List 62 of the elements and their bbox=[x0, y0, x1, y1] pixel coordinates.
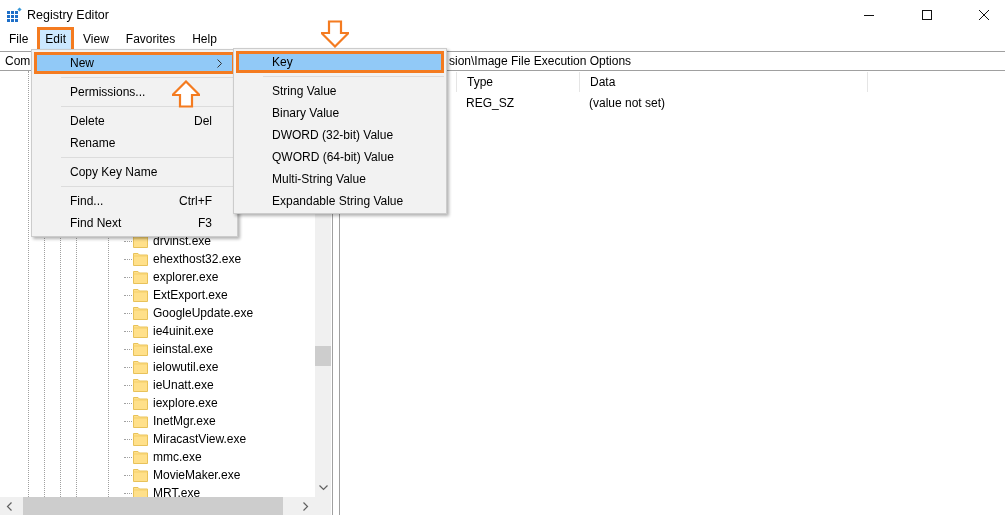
tree-item[interactable]: iexplore.exe bbox=[153, 396, 218, 410]
folder-icon bbox=[133, 468, 148, 482]
folder-icon bbox=[133, 414, 148, 428]
close-icon[interactable] bbox=[978, 9, 990, 21]
up-arrow-icon bbox=[172, 80, 200, 108]
folder-icon bbox=[133, 432, 148, 446]
menu-option[interactable]: Multi-String Value bbox=[236, 168, 444, 190]
folder-icon bbox=[133, 360, 148, 374]
menu-item[interactable]: View bbox=[75, 27, 117, 52]
tree-item[interactable]: mmc.exe bbox=[153, 450, 202, 464]
folder-icon bbox=[133, 486, 148, 497]
menu-option[interactable]: Rename bbox=[34, 132, 235, 154]
table-cell-text: (value not set) bbox=[588, 96, 667, 110]
tree-item[interactable]: MRT.exe bbox=[153, 486, 201, 497]
menu-option[interactable]: Find... Ctrl+F bbox=[34, 190, 235, 212]
tree-item[interactable]: InetMgr.exe bbox=[153, 414, 216, 428]
tree-item[interactable]: MovieMaker.exe bbox=[153, 468, 241, 482]
folder-icon bbox=[133, 324, 148, 338]
window-title: Registry Editor bbox=[27, 8, 109, 22]
tree-item[interactable]: ieinstal.exe bbox=[153, 342, 214, 356]
tree-item[interactable]: MiracastView.exe bbox=[153, 432, 247, 446]
menu-option[interactable]: DWORD (32-bit) Value bbox=[236, 124, 444, 146]
tree-item[interactable]: ielowutil.exe bbox=[153, 360, 219, 374]
menu-option[interactable]: Copy Key Name bbox=[34, 161, 235, 183]
folder-icon bbox=[133, 378, 148, 392]
tree-item[interactable]: ie4uinit.exe bbox=[153, 324, 214, 338]
column-header[interactable]: Type bbox=[456, 72, 579, 92]
menu-option[interactable]: Permissions... bbox=[34, 81, 235, 103]
horizontal-scrollbar[interactable] bbox=[0, 497, 315, 515]
address-text: sion\Image File Execution Options bbox=[449, 54, 633, 68]
scroll-thumb[interactable] bbox=[315, 346, 331, 366]
folder-icon bbox=[133, 252, 148, 266]
address-text: Com bbox=[5, 54, 31, 68]
scroll-thumb[interactable] bbox=[23, 497, 283, 515]
tree-item[interactable]: ExtExport.exe bbox=[153, 288, 228, 302]
menu-option[interactable]: Key bbox=[236, 51, 444, 73]
menu-option[interactable]: New bbox=[34, 52, 235, 74]
menu-option[interactable]: QWORD (64-bit) Value bbox=[236, 146, 444, 168]
registry-icon bbox=[6, 7, 22, 23]
folder-icon bbox=[133, 288, 148, 302]
menu-option[interactable]: String Value bbox=[236, 80, 444, 102]
tree-item[interactable]: ieUnatt.exe bbox=[153, 378, 214, 392]
tree-item[interactable]: GoogleUpdate.exe bbox=[153, 306, 254, 320]
tree-item[interactable]: drvinst.exe bbox=[153, 234, 212, 248]
down-arrow-icon bbox=[321, 20, 349, 48]
tree-item[interactable]: ehexthost32.exe bbox=[153, 252, 242, 266]
menu-item[interactable]: Favorites bbox=[117, 27, 184, 52]
tree-item[interactable]: explorer.exe bbox=[153, 270, 219, 284]
menu-item[interactable]: File bbox=[1, 27, 37, 52]
menu-option[interactable]: Find Next F3 bbox=[34, 212, 235, 234]
folder-icon bbox=[133, 306, 148, 320]
folder-icon bbox=[133, 342, 148, 356]
column-header[interactable]: Data bbox=[579, 72, 867, 92]
menu-item[interactable]: Help bbox=[184, 27, 225, 52]
folder-icon bbox=[133, 450, 148, 464]
table-cell-text: REG_SZ bbox=[465, 96, 515, 110]
folder-icon bbox=[133, 270, 148, 284]
menu-option[interactable]: Delete Del bbox=[34, 110, 235, 132]
menu-option[interactable]: Expandable String Value bbox=[236, 190, 444, 212]
maximize-icon[interactable] bbox=[921, 9, 933, 21]
folder-icon bbox=[133, 396, 148, 410]
menu-option[interactable]: Binary Value bbox=[236, 102, 444, 124]
